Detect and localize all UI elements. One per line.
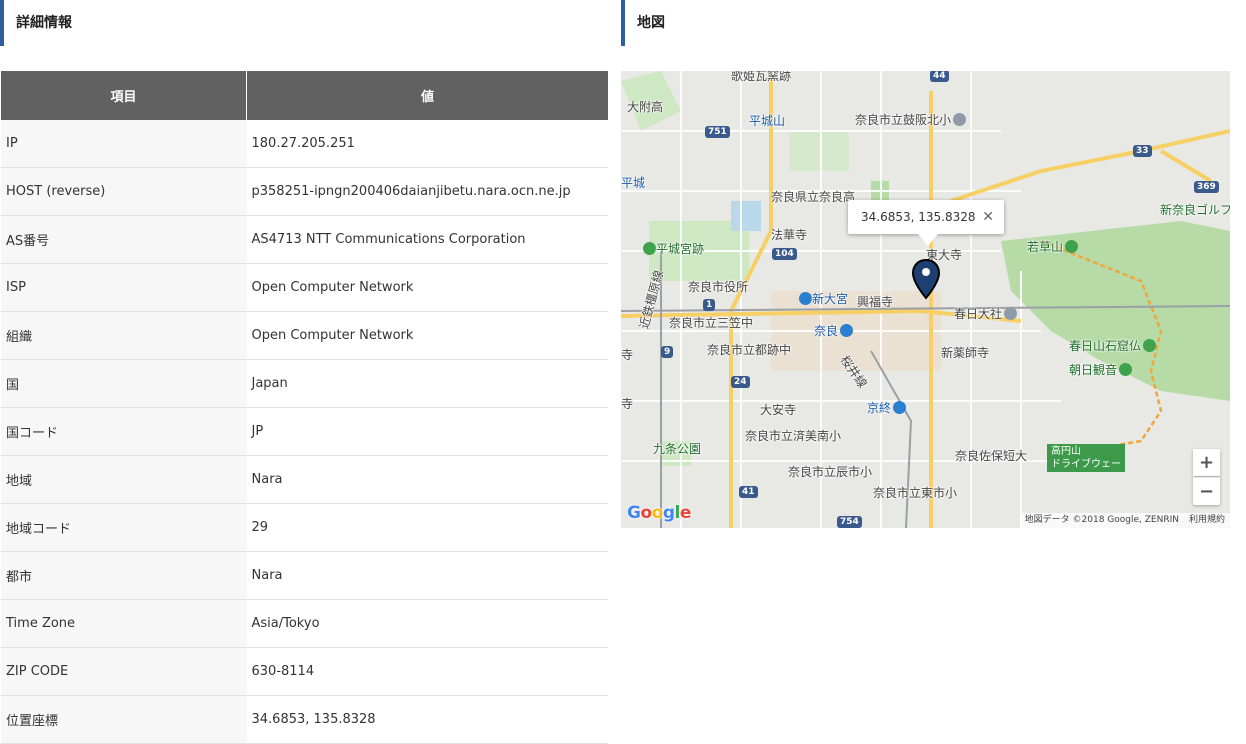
route-shield: 1 — [703, 299, 716, 311]
row-value: Asia/Tokyo — [246, 599, 608, 648]
row-key: 都市 — [1, 551, 247, 600]
row-value: 180.27.205.251 — [246, 120, 608, 168]
row-key: 地域 — [1, 455, 247, 504]
map-title: 地図 — [621, 0, 1229, 46]
table-row: Time Zone Asia/Tokyo — [1, 599, 608, 648]
map-label: 奈良市立都跡中 — [707, 343, 792, 357]
table-row: HOST (reverse) p358251-ipngn200406daianji… — [1, 167, 608, 216]
table-header-row: 項目 値 — [1, 71, 608, 120]
map-label: 春日山石窟仏 — [1069, 337, 1157, 354]
table-row: 都市 Nara — [1, 551, 608, 600]
map-label: 奈良市立三笠中 — [669, 316, 754, 330]
map-label: 春日大社 — [954, 305, 1018, 322]
row-value: JP — [246, 407, 608, 456]
row-value: Nara — [246, 551, 608, 600]
map-label: 新奈良ゴルフ — [1160, 203, 1230, 217]
map-label: 新薬師寺 — [941, 346, 990, 360]
route-shield: 41 — [739, 486, 758, 498]
terms-link[interactable]: 利用規約 — [1189, 515, 1225, 525]
infowindow-coordinates: 34.6853, 135.8328 — [861, 210, 976, 224]
row-key: AS番号 — [1, 215, 247, 264]
table-row: 位置座標 34.6853, 135.8328 — [1, 695, 608, 744]
route-shield: 33 — [1133, 145, 1152, 157]
google-logo: Google — [627, 503, 691, 523]
table-row: 地域 Nara — [1, 455, 608, 504]
map-label: 寺 — [621, 397, 634, 411]
row-key: ZIP CODE — [1, 647, 247, 696]
drive-label: 高円山 ドライブウェー — [1047, 444, 1125, 472]
map-label: 奈良市立辰市小 — [788, 465, 873, 479]
table-row: 国コード JP — [1, 407, 608, 456]
zoom-in-button[interactable]: + — [1193, 449, 1220, 476]
details-table: 項目 値 IP 180.27.205.251 HOST (reverse) p358… — [1, 71, 608, 744]
map-label: 奈良 — [814, 322, 854, 339]
row-value: 34.6853, 135.8328 — [246, 695, 608, 744]
map-label: 奈良市役所 — [688, 280, 749, 294]
map-label: 大安寺 — [760, 403, 797, 417]
column-header-value: 値 — [246, 71, 608, 120]
row-value: 29 — [246, 503, 608, 552]
map-label: 奈良市立東市小 — [873, 486, 958, 500]
route-shield: 754 — [837, 516, 862, 528]
map-label: 興福寺 — [857, 295, 894, 309]
column-header-item: 項目 — [1, 71, 247, 120]
route-shield: 369 — [1194, 181, 1219, 193]
row-value: p358251-ipngn200406daianjibetu.nara.ocn.… — [246, 167, 608, 216]
row-value: Open Computer Network — [246, 263, 608, 312]
attribution-text: 地図データ ©2018 Google, ZENRIN — [1024, 515, 1179, 525]
route-shield: 104 — [772, 248, 797, 260]
table-row: AS番号 AS4713 NTT Communications Corporatio… — [1, 215, 608, 264]
row-value: AS4713 NTT Communications Corporation — [246, 215, 608, 264]
close-icon[interactable]: ✕ — [982, 200, 994, 234]
row-key: IP — [1, 120, 247, 168]
route-shield: 751 — [705, 126, 730, 138]
row-key: 国 — [1, 359, 247, 408]
map-label: 平城山 — [749, 114, 786, 128]
row-value: Nara — [246, 455, 608, 504]
table-row: 組織 Open Computer Network — [1, 311, 608, 360]
map-infowindow: 34.6853, 135.8328 ✕ — [848, 200, 1004, 246]
row-value: Open Computer Network — [246, 311, 608, 360]
route-shield: 9 — [661, 346, 674, 358]
map-label: 大附高 — [627, 100, 664, 114]
map-label: 奈良市立鼓阪北小 — [855, 111, 967, 128]
map-label: 京終 — [867, 399, 907, 416]
map-label: 朝日観音 — [1069, 361, 1133, 378]
row-value: Japan — [246, 359, 608, 408]
map-label: 若草山 — [1027, 238, 1079, 255]
row-key: 位置座標 — [1, 695, 247, 744]
table-row: ZIP CODE 630-8114 — [1, 647, 608, 696]
map-label: 法華寺 — [771, 228, 808, 242]
map-label: 奈良県立奈良高 — [771, 190, 856, 204]
row-key: Time Zone — [1, 599, 247, 648]
map-label: 平城宮跡 — [641, 240, 704, 257]
route-shield: 24 — [731, 376, 750, 388]
row-value: 630-8114 — [246, 647, 608, 696]
row-key: 地域コード — [1, 503, 247, 552]
table-row: ISP Open Computer Network — [1, 263, 608, 312]
location-marker-icon[interactable] — [910, 258, 942, 300]
table-row: 国 Japan — [1, 359, 608, 408]
map-label: 寺 — [621, 348, 634, 362]
map-attribution: 地図データ ©2018 Google, ZENRIN 利用規約 — [1019, 513, 1230, 528]
map-label: 歌姫瓦窯跡 — [731, 71, 792, 83]
map-label: 九条公園 — [653, 442, 702, 456]
route-shield: 44 — [930, 71, 949, 82]
row-key: HOST (reverse) — [1, 167, 247, 216]
zoom-out-button[interactable]: − — [1193, 477, 1220, 505]
map-label: 平城 — [621, 176, 646, 190]
map-label: 奈良佐保短大 — [955, 449, 1028, 463]
details-title: 詳細情報 — [0, 0, 608, 46]
row-key: 国コード — [1, 407, 247, 456]
table-row: 地域コード 29 — [1, 503, 608, 552]
map-label: 新大宮 — [797, 290, 848, 307]
map-view[interactable]: 歌姫瓦窯跡 大附高 平城山 奈良市立鼓阪北小 平城 奈良県立奈良高 法華寺 平城… — [621, 71, 1230, 528]
table-row: IP 180.27.205.251 — [1, 120, 608, 168]
row-key: ISP — [1, 263, 247, 312]
row-key: 組織 — [1, 311, 247, 360]
map-label: 奈良市立済美南小 — [745, 429, 842, 443]
